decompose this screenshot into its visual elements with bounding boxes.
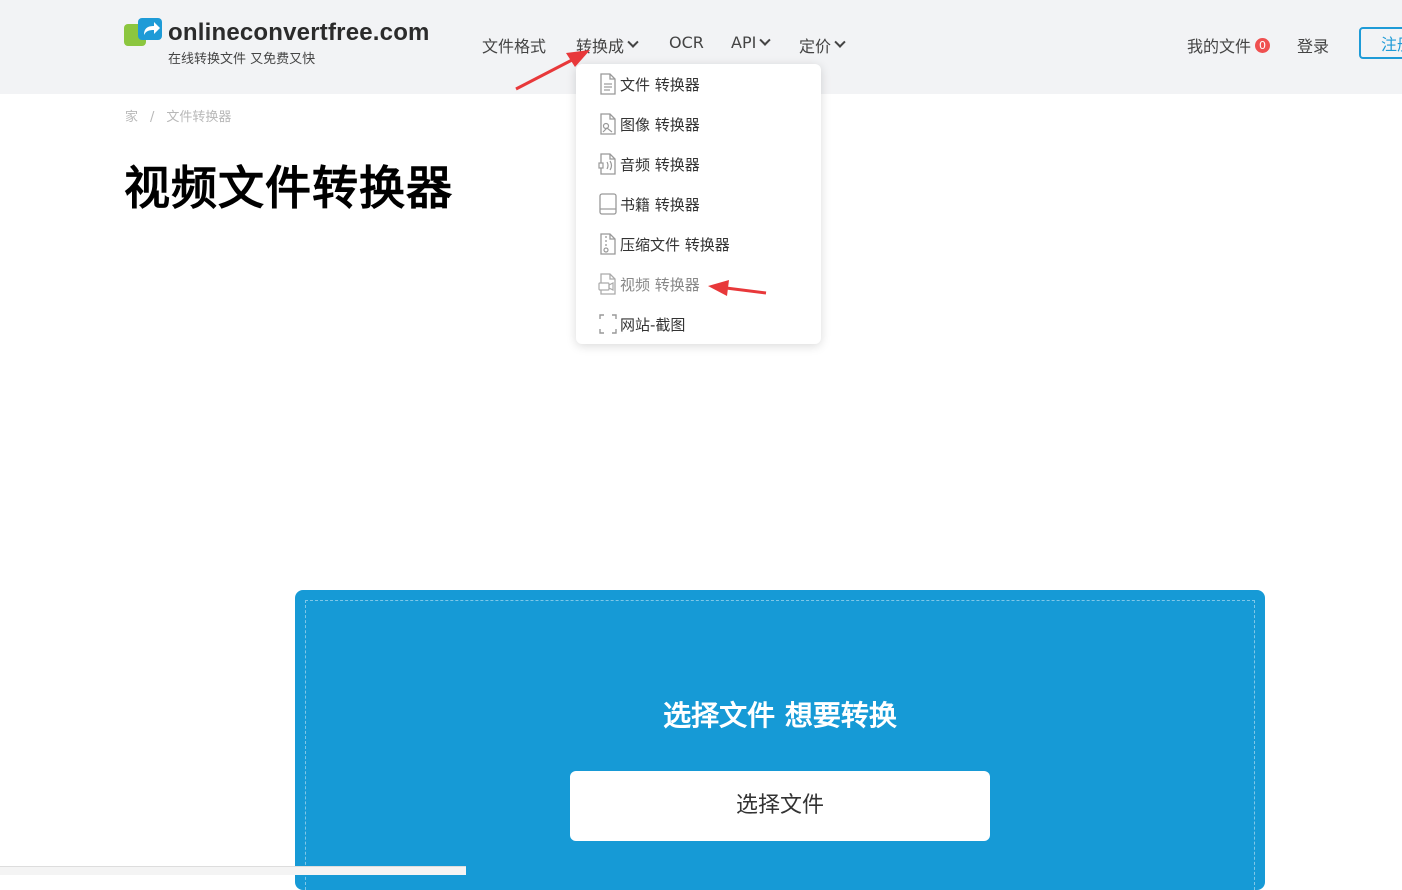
upload-panel[interactable]: 选择文件 想要转换 选择文件	[295, 590, 1265, 890]
book-icon	[599, 193, 617, 215]
breadcrumb-home[interactable]: 家	[125, 110, 138, 125]
nav-pricing[interactable]: 定价	[799, 33, 846, 57]
site-logo[interactable]: onlineconvertfree.com 在线转换文件 又免费又快	[124, 18, 430, 67]
file-count-badge: 0	[1255, 37, 1271, 53]
nav-file-formats[interactable]: 文件格式	[482, 33, 546, 57]
dropdown-item-label: 音频 转换器	[620, 155, 700, 174]
logo-icon	[124, 18, 162, 48]
nav-label: API	[731, 33, 757, 52]
dropdown-item-label: 图像 转换器	[620, 115, 700, 134]
my-files-label: 我的文件	[1187, 37, 1252, 56]
dropdown-item-label: 书籍 转换器	[620, 195, 700, 214]
upload-title: 选择文件 想要转换	[663, 699, 897, 732]
breadcrumb: 家 / 文件转换器	[125, 106, 231, 125]
dropdown-item-image[interactable]: 图像 转换器	[598, 112, 700, 136]
nav-ocr[interactable]: OCR	[669, 33, 704, 52]
nav-convert-to[interactable]: 转换成	[576, 33, 639, 57]
login-link[interactable]: 登录	[1297, 33, 1329, 57]
nav-label: OCR	[669, 33, 704, 52]
nav-label: 定价	[799, 37, 832, 56]
dropdown-item-label: 文件 转换器	[620, 75, 700, 94]
brand-name: onlineconvertfree.com	[168, 19, 430, 46]
nav-label: 转换成	[576, 37, 625, 56]
register-button[interactable]: 注册	[1359, 27, 1402, 59]
dropdown-item-document[interactable]: 文件 转换器	[598, 72, 700, 96]
image-file-icon	[600, 113, 616, 135]
dropdown-item-label: 视频 转换器	[620, 275, 700, 294]
brand-tagline: 在线转换文件 又免费又快	[168, 52, 316, 67]
page-title: 视频文件转换器	[124, 161, 453, 215]
audio-file-icon	[598, 153, 616, 175]
nav-api[interactable]: API	[731, 33, 771, 52]
dropdown-item-book[interactable]: 书籍 转换器	[598, 192, 700, 216]
dropdown-item-label: 压缩文件 转换器	[620, 235, 730, 254]
video-file-icon	[598, 273, 616, 295]
chevron-down-icon	[834, 36, 846, 48]
chevron-down-icon	[759, 34, 771, 46]
convert-to-dropdown: 文件 转换器 图像 转换器 音频 转换器 书籍 转换器 压缩文件 转换器 视频 …	[576, 64, 821, 344]
document-icon	[600, 73, 616, 95]
dropdown-item-screenshot[interactable]: 网站-截图	[598, 312, 685, 336]
choose-file-button[interactable]: 选择文件	[570, 771, 990, 841]
nav-label: 文件格式	[482, 37, 547, 56]
drop-zone[interactable]	[305, 600, 1255, 890]
my-files-link[interactable]: 我的文件 0	[1187, 33, 1271, 57]
dropdown-item-archive[interactable]: 压缩文件 转换器	[598, 232, 730, 256]
breadcrumb-current[interactable]: 文件转换器	[166, 110, 231, 125]
archive-file-icon	[600, 233, 616, 255]
dropdown-item-video[interactable]: 视频 转换器	[598, 272, 700, 296]
screenshot-frame-icon	[599, 314, 617, 334]
breadcrumb-separator: /	[150, 110, 155, 125]
chevron-down-icon	[627, 36, 639, 48]
dropdown-item-audio[interactable]: 音频 转换器	[598, 152, 700, 176]
dropdown-item-label: 网站-截图	[620, 315, 686, 334]
